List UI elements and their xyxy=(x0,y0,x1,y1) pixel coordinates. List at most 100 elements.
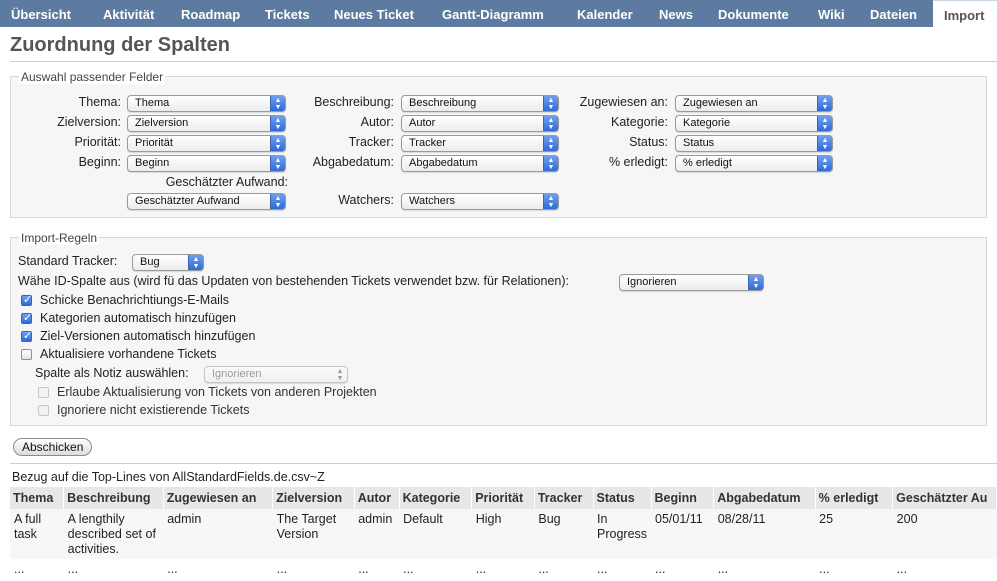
column-header: Status xyxy=(593,487,652,509)
table-cell: In Progress xyxy=(593,509,652,559)
preview-divider xyxy=(10,463,997,464)
label-description: Beschreibung: xyxy=(314,95,394,109)
select-due-date[interactable]: Abgabedatum ▲ ▼ xyxy=(401,155,559,172)
table-cell: Bug xyxy=(534,509,594,559)
label-tracker: Tracker: xyxy=(348,135,394,149)
chevron-updown-icon: ▲ ▼ xyxy=(543,116,558,131)
chevron-updown-icon: ▲ ▼ xyxy=(543,96,558,111)
tab-calendar[interactable]: Kalender xyxy=(577,0,633,27)
checkbox-allow-other-projects[interactable] xyxy=(38,387,49,398)
label-start-date: Beginn: xyxy=(78,155,121,169)
tab-wiki[interactable]: Wiki xyxy=(818,0,845,27)
tab-new-issue[interactable]: Neues Ticket xyxy=(334,0,414,27)
label-id-column: Wähe ID-Spalte aus (wird fü das Updaten … xyxy=(18,274,569,288)
chevron-updown-icon: ▲ ▼ xyxy=(270,96,285,111)
checkbox-add-categories[interactable] xyxy=(21,311,32,324)
preview-caption: Bezug auf die Top-Lines von AllStandardF… xyxy=(12,470,325,484)
chevron-updown-icon: ▲ ▼ xyxy=(817,136,832,151)
label-due-date: Abgabedatum: xyxy=(312,155,394,169)
column-header: Thema xyxy=(10,487,65,509)
label-update-existing: Aktualisiere vorhandene Tickets xyxy=(40,347,217,361)
select-subject[interactable]: Thema ▲ ▼ xyxy=(127,95,286,112)
table-cell: 25 xyxy=(815,509,893,559)
table-cell: High xyxy=(471,509,535,559)
column-header: Autor xyxy=(354,487,400,509)
label-add-categories: Kategorien automatisch hinzufügen xyxy=(40,311,236,325)
tab-overview[interactable]: Übersicht xyxy=(11,0,71,27)
table-cell: A full task xyxy=(10,509,64,559)
column-header: Kategorie xyxy=(399,487,473,509)
tab-issues[interactable]: Tickets xyxy=(265,0,310,27)
table-cell: ... xyxy=(593,559,652,579)
chevron-updown-icon: ▲ ▼ xyxy=(817,156,832,171)
select-start-date[interactable]: Beginn ▲ ▼ xyxy=(127,155,286,172)
tab-activity[interactable]: Aktivität xyxy=(103,0,154,27)
label-allow-other-projects: Erlaube Aktualisierung von Tickets von a… xyxy=(57,385,377,399)
label-subject: Thema: xyxy=(78,95,121,109)
select-done-ratio[interactable]: % erledigt ▲ ▼ xyxy=(675,155,833,172)
table-cell: admin xyxy=(163,509,273,559)
select-status[interactable]: Status ▲ ▼ xyxy=(675,135,833,152)
select-priority[interactable]: Priorität ▲ ▼ xyxy=(127,135,286,152)
select-description[interactable]: Beschreibung ▲ ▼ xyxy=(401,95,559,112)
label-ignore-missing: Ignoriere nicht existierende Tickets xyxy=(57,403,250,417)
checkbox-ignore-missing[interactable] xyxy=(38,405,49,416)
main-menu-bar: Übersicht Aktivität Roadmap Tickets Neue… xyxy=(0,0,997,27)
chevron-updown-icon: ▲ ▼ xyxy=(817,96,832,111)
title-divider xyxy=(10,61,997,62)
table-cell: ... xyxy=(892,559,997,579)
column-header: Zugewiesen an xyxy=(163,487,274,509)
select-estimated-hours[interactable]: Geschätzter Aufwand ▲ ▼ xyxy=(127,193,286,210)
tab-import[interactable]: Import xyxy=(933,0,997,27)
select-default-tracker[interactable]: Bug ▲ ▼ xyxy=(132,254,204,271)
checkbox-update-existing[interactable] xyxy=(21,349,32,360)
label-default-tracker: Standard Tracker: xyxy=(18,254,118,268)
label-estimated-hours: Geschätzter Aufwand: xyxy=(165,175,288,189)
table-cell: admin xyxy=(354,509,400,559)
chevron-updown-icon: ▲ ▼ xyxy=(748,275,763,290)
chevron-updown-icon: ▲ ▼ xyxy=(188,255,203,270)
label-status: Status: xyxy=(629,135,668,149)
table-cell: 05/01/11 xyxy=(651,509,714,559)
select-category[interactable]: Kategorie ▲ ▼ xyxy=(675,115,833,132)
select-id-column[interactable]: Ignorieren ▲ ▼ xyxy=(619,274,764,291)
chevron-updown-icon: ▲ ▼ xyxy=(543,194,558,209)
select-assigned-to[interactable]: Zugewiesen an ▲ ▼ xyxy=(675,95,833,112)
select-note-column[interactable]: Ignorieren ▲ ▼ xyxy=(204,366,348,383)
checkbox-add-versions[interactable] xyxy=(21,329,32,342)
table-cell: 08/28/11 xyxy=(713,509,816,559)
table-cell: Default xyxy=(399,509,472,559)
select-tracker[interactable]: Tracker ▲ ▼ xyxy=(401,135,559,152)
table-cell: ... xyxy=(713,559,816,579)
tab-roadmap[interactable]: Roadmap xyxy=(181,0,240,27)
chevron-updown-icon: ▲ ▼ xyxy=(270,116,285,131)
import-rules-legend: Import-Regeln xyxy=(19,231,100,245)
tab-files[interactable]: Dateien xyxy=(870,0,917,27)
table-cell: ... xyxy=(534,559,594,579)
column-header: Geschätzter Au xyxy=(892,487,997,509)
tab-documents[interactable]: Dokumente xyxy=(718,0,789,27)
tab-news[interactable]: News xyxy=(659,0,693,27)
label-done-ratio: % erledigt: xyxy=(608,155,668,169)
table-cell: ... xyxy=(63,559,164,579)
tab-gantt[interactable]: Gantt-Diagramm xyxy=(442,0,544,27)
select-target-version[interactable]: Zielversion ▲ ▼ xyxy=(127,115,286,132)
checkbox-send-emails[interactable] xyxy=(21,293,32,306)
chevron-updown-icon: ▲ ▼ xyxy=(543,136,558,151)
label-note-column: Spalte als Notiz auswählen: xyxy=(35,366,189,380)
table-cell: ... xyxy=(272,559,355,579)
column-header: Abgabedatum xyxy=(713,487,816,509)
page-title: Zuordnung der Spalten xyxy=(10,34,230,56)
preview-header-row: Thema Beschreibung Zugewiesen an Zielver… xyxy=(10,487,997,509)
column-header: Zielversion xyxy=(272,487,355,509)
preview-table: Thema Beschreibung Zugewiesen an Zielver… xyxy=(10,487,997,579)
select-author[interactable]: Autor ▲ ▼ xyxy=(401,115,559,132)
field-mapping-legend: Auswahl passender Felder xyxy=(19,70,166,84)
select-watchers[interactable]: Watchers ▲ ▼ xyxy=(401,193,559,210)
column-header: Priorität xyxy=(471,487,535,509)
submit-button[interactable]: Abschicken xyxy=(13,438,93,456)
table-cell: A lengthily described set of activities. xyxy=(63,509,164,559)
table-cell: ... xyxy=(815,559,893,579)
table-row: ... ... ... ... ... ... ... ... ... ... … xyxy=(10,559,997,579)
label-priority: Priorität: xyxy=(74,135,121,149)
